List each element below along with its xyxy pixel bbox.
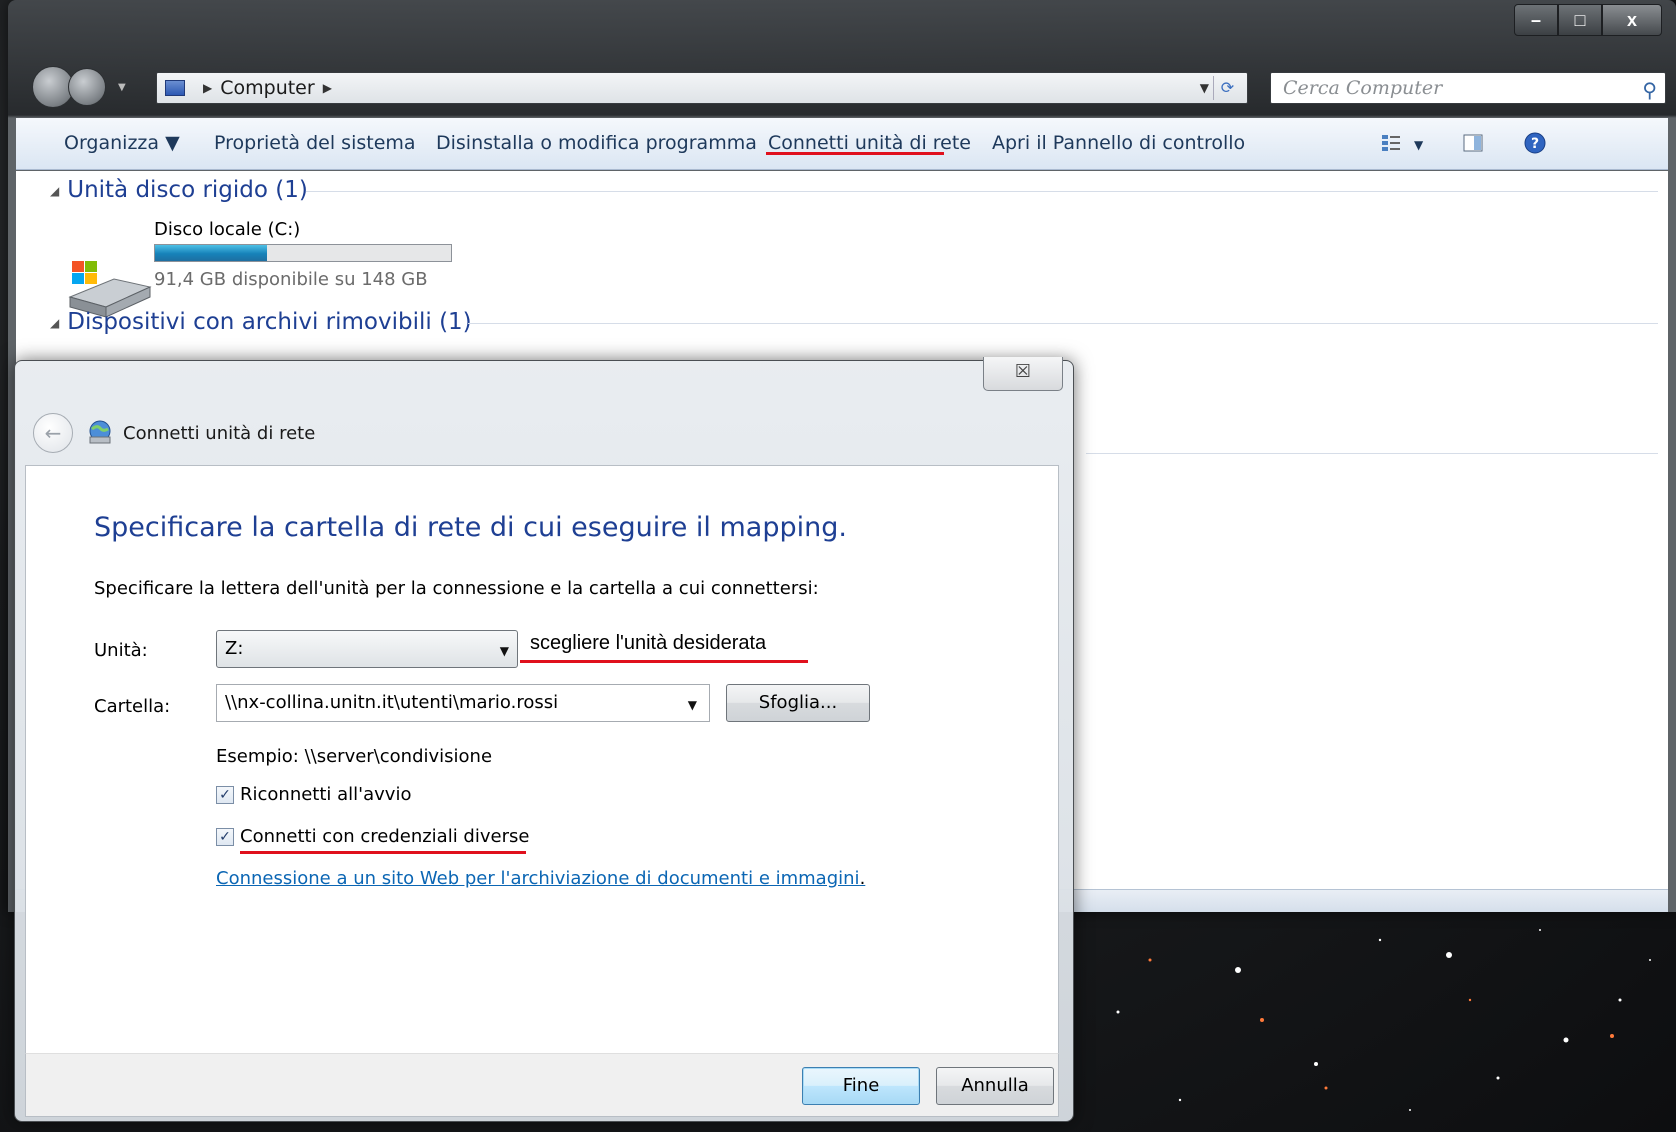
folder-value: \\nx-collina.unitn.it\utenti\mario.rossi [225, 692, 559, 713]
folder-example: Esempio: \\server\condivisione [216, 746, 493, 767]
back-arrow-icon[interactable]: ← [33, 413, 73, 453]
command-bar: Organizza ▼ Proprietà del sistema Disins… [16, 118, 1668, 170]
finish-button[interactable]: Fine [802, 1067, 920, 1105]
search-placeholder: Cerca Computer [1283, 77, 1443, 99]
dialog-heading: Specificare la cartella di rete di cui e… [94, 512, 847, 543]
dialog-footer: Fine Annulla [25, 1053, 1059, 1117]
browse-button[interactable]: Sfoglia... [726, 684, 870, 722]
change-view-icon[interactable] [1380, 132, 1402, 154]
drive-free-space: 91,4 GB disponibile su 148 GB [154, 269, 428, 290]
other-credentials-option[interactable]: ✓ Connetti con credenziali diverse [216, 826, 529, 847]
forward-button[interactable] [68, 68, 106, 106]
search-icon[interactable]: ⚲ [1642, 75, 1657, 105]
dialog-instruction: Specificare la lettera dell'unità per la… [94, 578, 819, 599]
system-properties-button[interactable]: Proprietà del sistema [214, 132, 416, 154]
search-input[interactable]: Cerca Computer ⚲ [1270, 72, 1666, 104]
open-control-panel-button[interactable]: Apri il Pannello di controllo [992, 132, 1245, 154]
view-dropdown-icon[interactable]: ▼ [1414, 138, 1423, 152]
annotation-underline-drive [520, 660, 808, 663]
web-storage-link[interactable]: Connessione a un sito Web per l'archivia… [216, 868, 865, 889]
drive-letter-value: Z: [225, 638, 244, 659]
caption-buttons: – □ x [1514, 4, 1662, 36]
svg-text:?: ? [1531, 136, 1539, 152]
annotation-choose-drive: scegliere l'unità desiderata [530, 632, 767, 654]
group-removable[interactable]: ◢ Dispositivi con archivi rimovibili (1) [50, 309, 472, 335]
annotation-underline-credentials [240, 851, 526, 854]
maximize-button[interactable]: □ [1558, 4, 1602, 36]
drive-letter-label: Unità: [94, 640, 148, 661]
recent-pages-dropdown-icon[interactable]: ▼ [118, 82, 126, 93]
group-removable-label: Dispositivi con archivi rimovibili (1) [67, 309, 472, 335]
reconnect-option[interactable]: ✓ Riconnetti all'avvio [216, 784, 411, 805]
dialog-title: Connetti unità di rete [123, 423, 316, 444]
organize-menu[interactable]: Organizza ▼ [64, 132, 180, 154]
dialog-close-button[interactable]: ☒ [983, 357, 1063, 391]
computer-icon [165, 80, 185, 96]
breadcrumb-arrow-icon[interactable]: ▶ [323, 81, 332, 95]
group-hard-disks-label: Unità disco rigido (1) [67, 177, 308, 203]
folder-input[interactable]: \\nx-collina.unitn.it\utenti\mario.rossi… [216, 684, 710, 722]
drive-name[interactable]: Disco locale (C:) [154, 219, 300, 240]
close-window-button[interactable]: x [1602, 4, 1662, 36]
address-bar[interactable]: ▶ Computer ▶ ▼ ⟳ [156, 72, 1248, 104]
reconnect-label[interactable]: Riconnetti all'avvio [240, 784, 411, 805]
collapse-triangle-icon[interactable]: ◢ [50, 316, 59, 330]
drive-letter-select[interactable]: Z: ▼ [216, 630, 518, 668]
chevron-down-icon[interactable]: ▼ [688, 687, 697, 723]
navigation-buttons: ▼ [32, 66, 126, 108]
uninstall-program-button[interactable]: Disinstalla o modifica programma [436, 132, 757, 154]
group-hard-disks[interactable]: ◢ Unità disco rigido (1) [50, 177, 308, 203]
group-divider [306, 191, 1658, 192]
breadcrumb-computer[interactable]: Computer [220, 77, 314, 99]
group-divider [468, 323, 1658, 324]
preview-pane-icon[interactable] [1462, 132, 1484, 154]
other-credentials-label[interactable]: Connetti con credenziali diverse [240, 826, 529, 847]
annotation-underline-map-drive [766, 152, 944, 155]
folder-label: Cartella: [94, 696, 171, 717]
dialog-content: Specificare la cartella di rete di cui e… [25, 465, 1059, 1053]
drive-usage-fill [155, 245, 268, 261]
address-dropdown-icon[interactable]: ▼ [1200, 81, 1209, 95]
chevron-down-icon: ▼ [499, 644, 509, 658]
group-divider [1086, 453, 1658, 454]
minimize-button[interactable]: – [1514, 4, 1558, 36]
refresh-icon[interactable]: ⟳ [1213, 76, 1241, 100]
help-icon[interactable]: ? [1524, 132, 1546, 154]
map-network-drive-button[interactable]: Connetti unità di rete [768, 132, 971, 154]
collapse-triangle-icon[interactable]: ◢ [50, 184, 59, 198]
other-credentials-checkbox[interactable]: ✓ [216, 827, 234, 846]
network-drive-icon [89, 420, 111, 444]
drive-usage-bar [154, 244, 452, 262]
cancel-button[interactable]: Annulla [936, 1067, 1054, 1105]
map-network-drive-dialog: ☒ ← Connetti unità di rete Specificare l… [14, 357, 1074, 1122]
breadcrumb-arrow-icon[interactable]: ▶ [203, 81, 212, 95]
web-storage-link-text[interactable]: Connessione a un sito Web per l'archivia… [216, 868, 860, 889]
reconnect-checkbox[interactable]: ✓ [216, 785, 234, 804]
